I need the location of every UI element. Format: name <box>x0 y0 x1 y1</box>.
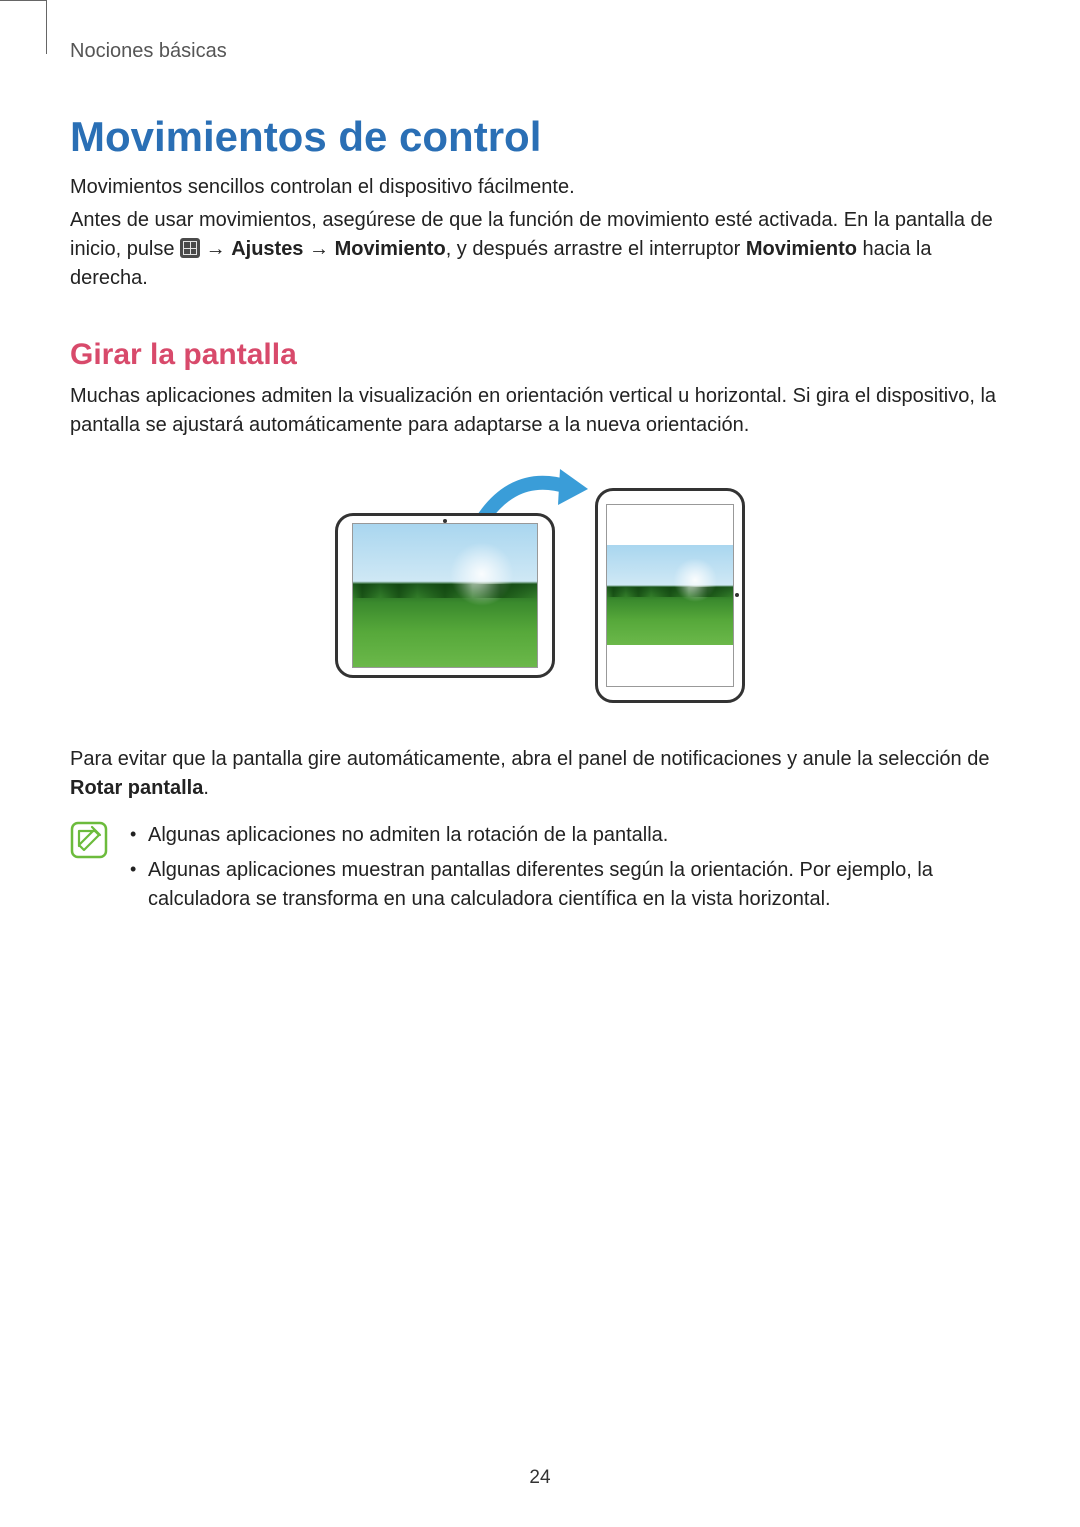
page-content: Nociones básicas Movimientos de control … <box>0 0 1080 920</box>
rotate-paragraph: Muchas aplicaciones admiten la visualiza… <box>70 382 1010 440</box>
note-list: Algunas aplicaciones no admiten la rotac… <box>126 821 1010 920</box>
note-block: Algunas aplicaciones no admiten la rotac… <box>70 821 1010 920</box>
text-segment: → <box>303 238 334 260</box>
landscape-photo <box>353 524 537 667</box>
intro-paragraph-1: Movimientos sencillos controlan el dispo… <box>70 173 1010 202</box>
bold-movimiento-1: Movimiento <box>335 238 446 260</box>
tablet-screen <box>352 523 538 668</box>
text-segment: → <box>200 238 231 260</box>
prevent-rotation-paragraph: Para evitar que la pantalla gire automát… <box>70 745 1010 803</box>
tablet-screen <box>606 504 734 687</box>
text-segment: , y después arrastre el interruptor <box>446 238 746 260</box>
subheading-girar: Girar la pantalla <box>70 338 1010 372</box>
bold-ajustes: Ajustes <box>231 238 303 260</box>
camera-dot-icon <box>443 519 447 523</box>
note-icon <box>70 821 108 859</box>
camera-dot-icon <box>735 593 739 597</box>
tablet-landscape-illustration <box>335 513 555 678</box>
bold-rotar-pantalla: Rotar pantalla <box>70 777 203 799</box>
rotation-figure <box>70 465 1010 725</box>
text-segment: Para evitar que la pantalla gire automát… <box>70 748 989 770</box>
breadcrumb: Nociones básicas <box>70 40 1010 63</box>
tablet-portrait-illustration <box>595 488 745 703</box>
bold-movimiento-2: Movimiento <box>746 238 857 260</box>
page-number: 24 <box>0 1467 1080 1489</box>
note-item-2: Algunas aplicaciones muestran pantallas … <box>126 856 1010 914</box>
page-title: Movimientos de control <box>70 113 1010 161</box>
text-segment: . <box>203 777 209 799</box>
intro-paragraph-2: Antes de usar movimientos, asegúrese de … <box>70 206 1010 293</box>
landscape-photo <box>607 545 733 645</box>
note-item-1: Algunas aplicaciones no admiten la rotac… <box>126 821 1010 850</box>
apps-grid-icon <box>180 238 200 258</box>
